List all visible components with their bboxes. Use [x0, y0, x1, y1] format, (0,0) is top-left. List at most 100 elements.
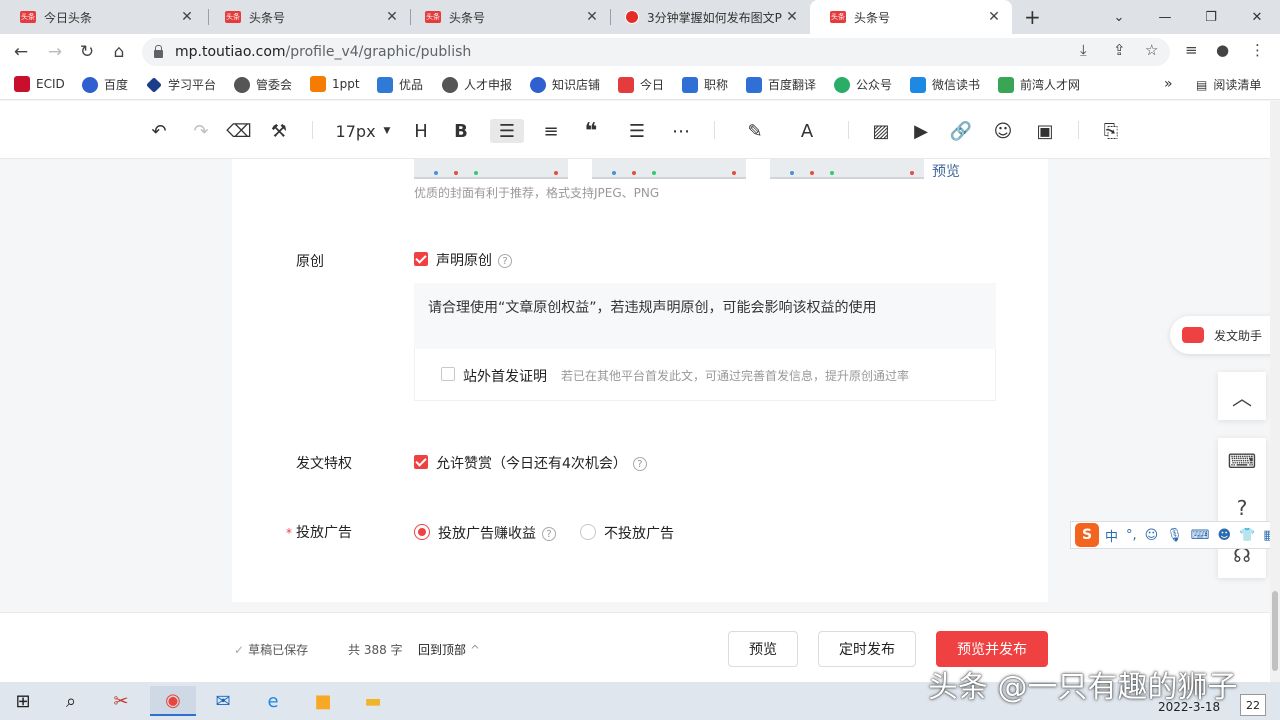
- offsite-proof-checkbox[interactable]: [441, 367, 455, 381]
- close-icon[interactable]: ✕: [784, 9, 800, 25]
- close-icon[interactable]: ✕: [986, 9, 1002, 25]
- menu-kebab-icon[interactable]: ⋮: [1250, 41, 1265, 59]
- ie-icon[interactable]: e: [250, 686, 296, 716]
- browser-tab[interactable]: 3分钟掌握如何发布图文P ✕: [605, 0, 810, 34]
- page-scrollbar[interactable]: [1270, 101, 1280, 682]
- bookmark-item[interactable]: 优品: [377, 76, 423, 93]
- bookmark-item[interactable]: 百度翻译: [746, 76, 816, 93]
- keyboard-icon[interactable]: ⌨: [1191, 528, 1210, 543]
- ads-off-radio[interactable]: [580, 524, 596, 540]
- bookmark-item[interactable]: 人才申报: [442, 76, 512, 93]
- bold-button[interactable]: B: [450, 119, 472, 143]
- ads-on-radio[interactable]: [414, 524, 430, 540]
- search-icon[interactable]: ⌕: [48, 686, 94, 716]
- help-icon[interactable]: ?: [632, 457, 647, 471]
- taskbar-date[interactable]: 2022-3-18: [1158, 700, 1220, 714]
- help-icon[interactable]: ?: [498, 254, 512, 268]
- bookmark-item[interactable]: 1ppt: [310, 76, 360, 92]
- file-explorer-icon[interactable]: ▬: [350, 686, 396, 716]
- punctuation-icon[interactable]: °,: [1126, 528, 1137, 543]
- close-icon[interactable]: ✕: [584, 9, 600, 25]
- bookmark-item[interactable]: 前湾人才网: [998, 76, 1080, 93]
- browser-tab[interactable]: 头条 头条号 ✕: [205, 0, 410, 34]
- cover-preview-link[interactable]: 预览: [932, 161, 960, 181]
- quote-icon[interactable]: ❝: [580, 119, 602, 144]
- browser-tab-active[interactable]: 头条 头条号 ✕: [810, 0, 1012, 34]
- link-icon[interactable]: 🔗: [950, 119, 972, 143]
- heading-button[interactable]: H: [410, 119, 432, 143]
- browser-tab[interactable]: 头条 今日头条 ✕: [0, 0, 205, 34]
- keyboard-icon[interactable]: ⌨: [1228, 449, 1257, 473]
- bookmark-star-icon[interactable]: ☆: [1145, 41, 1158, 59]
- bookmark-item[interactable]: 学习平台: [146, 76, 216, 93]
- bookmark-item[interactable]: 职称: [682, 76, 728, 93]
- emoji-icon[interactable]: ☺: [1145, 528, 1159, 543]
- divider-line-icon[interactable]: ≡: [540, 119, 562, 143]
- profile-avatar-icon[interactable]: ●: [1216, 41, 1229, 59]
- font-size-select[interactable]: 17px ▼: [334, 119, 392, 143]
- chrome-icon[interactable]: ◉: [150, 686, 196, 716]
- address-bar[interactable]: mp.toutiao.com/profile_v4/graphic/publis…: [142, 38, 1170, 66]
- new-tab-plus-icon[interactable]: +: [1024, 5, 1041, 29]
- eraser-icon[interactable]: ⌫: [226, 119, 251, 143]
- ordered-list-icon[interactable]: ☰: [490, 119, 524, 143]
- snipping-tool-icon[interactable]: ✂: [98, 686, 144, 716]
- align-icon[interactable]: ☰: [620, 119, 654, 143]
- install-icon[interactable]: ⤓: [1080, 41, 1087, 59]
- bookmarks-more-icon[interactable]: »: [1164, 76, 1173, 92]
- highlight-icon[interactable]: ✎: [738, 119, 772, 143]
- cover-thumbnail[interactable]: [592, 159, 746, 179]
- emoji-icon[interactable]: ☺: [992, 119, 1014, 143]
- bookmark-item[interactable]: 微信读书: [910, 76, 980, 93]
- bookmark-item[interactable]: 知识店铺: [530, 76, 600, 93]
- undo-icon[interactable]: ↶: [148, 119, 170, 143]
- tab-search-chevron-icon[interactable]: ⌄: [1096, 0, 1142, 34]
- help-icon[interactable]: ?: [542, 527, 556, 541]
- schedule-publish-button[interactable]: 定时发布: [818, 631, 916, 667]
- window-close-icon[interactable]: ✕: [1234, 0, 1280, 34]
- sticky-app-icon[interactable]: ■: [300, 686, 346, 716]
- scrollbar-thumb[interactable]: [1272, 591, 1278, 671]
- restore-icon[interactable]: ❐: [1188, 0, 1234, 34]
- video-icon[interactable]: ▶: [910, 119, 932, 143]
- skin-icon[interactable]: 👕: [1239, 528, 1255, 543]
- writing-assistant-button[interactable]: 发文助手: [1170, 316, 1280, 354]
- minimize-icon[interactable]: —: [1142, 0, 1188, 34]
- bookmark-item[interactable]: 管委会: [234, 76, 292, 93]
- image-icon[interactable]: ▨: [870, 119, 892, 143]
- reading-list-button[interactable]: ▤ 阅读清单: [1196, 76, 1261, 93]
- bookmark-item[interactable]: 百度: [82, 76, 128, 93]
- ads-off-label[interactable]: 不投放广告: [604, 523, 674, 543]
- close-icon[interactable]: ✕: [384, 9, 400, 25]
- font-color-icon[interactable]: A: [790, 119, 824, 143]
- insert-card-icon[interactable]: ▣: [1034, 119, 1056, 143]
- bookmark-item[interactable]: 公众号: [834, 76, 892, 93]
- more-icon[interactable]: ⋯: [670, 119, 692, 143]
- offsite-proof-label[interactable]: 站外首发证明: [463, 366, 547, 386]
- cover-thumbnail[interactable]: [414, 159, 568, 179]
- notification-badge[interactable]: 22: [1240, 694, 1266, 716]
- back-to-top-link[interactable]: 回到顶部 ^: [418, 641, 480, 658]
- windows-start-icon[interactable]: ⊞: [0, 686, 46, 716]
- preview-button[interactable]: 预览: [728, 631, 798, 667]
- reward-checkbox[interactable]: [414, 455, 428, 469]
- import-document-icon[interactable]: ⎘: [1100, 119, 1122, 143]
- home-icon[interactable]: ⌂: [108, 41, 130, 63]
- reload-icon[interactable]: ↻: [76, 41, 98, 63]
- scroll-up-chevron-icon[interactable]: ︿: [1218, 372, 1266, 420]
- close-icon[interactable]: ✕: [179, 9, 195, 25]
- back-arrow-icon[interactable]: ←: [10, 41, 32, 63]
- share-icon[interactable]: ⇪: [1113, 41, 1126, 59]
- original-checkbox[interactable]: [414, 252, 428, 266]
- browser-tab[interactable]: 头条 头条号 ✕: [405, 0, 610, 34]
- media-queue-icon[interactable]: ≡: [1185, 41, 1198, 59]
- ime-mode[interactable]: 中: [1105, 526, 1118, 545]
- help-circle-icon[interactable]: ?: [1237, 496, 1248, 520]
- microphone-icon[interactable]: 🎙: [1166, 528, 1183, 543]
- bookmark-item[interactable]: ECID: [14, 76, 65, 92]
- bookmark-item[interactable]: 今日: [618, 76, 664, 93]
- format-painter-icon[interactable]: ⚒: [268, 119, 290, 143]
- user-icon[interactable]: ☻: [1218, 528, 1232, 543]
- forward-arrow-icon[interactable]: →: [44, 41, 66, 63]
- cover-thumbnail[interactable]: [770, 159, 924, 179]
